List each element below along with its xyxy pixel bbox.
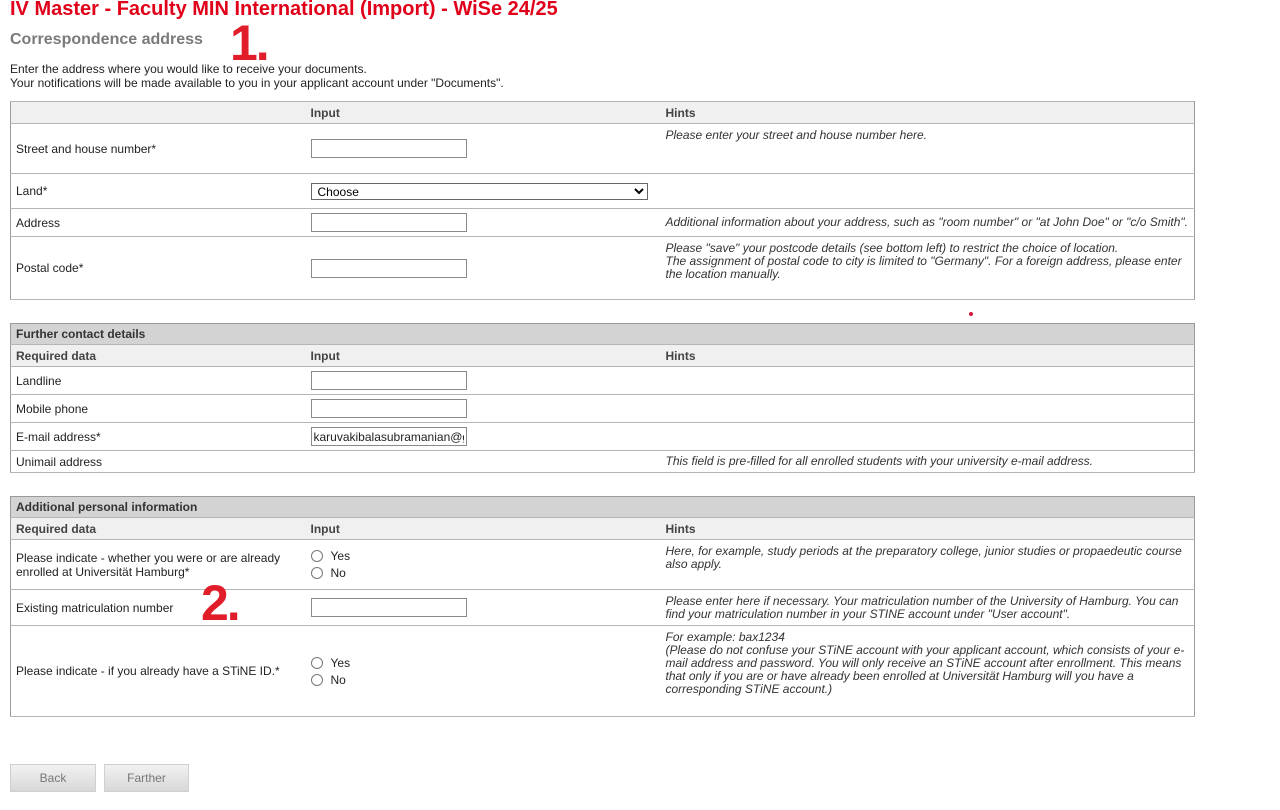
header-required [10, 101, 306, 124]
radio-label: Yes [330, 549, 351, 563]
page-title: IV Master - Faculty MIN International (I… [10, 0, 558, 20]
table-header-row: Required data Input Hints [10, 344, 1196, 367]
table-row: Street and house number* Please enter yo… [10, 123, 1195, 174]
table-row: Postal code* Please "save" your postcode… [10, 236, 1195, 300]
radio-button[interactable] [310, 550, 323, 562]
section-heading: Correspondence address [10, 31, 203, 48]
table-row: Land* Choose [10, 173, 1195, 209]
section-header-row: Additional personal information [9, 496, 1196, 518]
header-input: Input [305, 517, 661, 540]
landline-label: Landline [10, 366, 306, 395]
stine-hint-line-2: (Please do not confuse your STiNE accoun… [665, 643, 1185, 696]
header-input: Input [305, 344, 661, 367]
table-header-row: Required data Input Hints [10, 517, 1196, 540]
header-required: Required data [10, 344, 306, 367]
radio-button[interactable] [310, 567, 323, 579]
annotation-dot [969, 312, 973, 316]
stine-option-no[interactable]: No [310, 671, 656, 688]
postal-hint-line-2: The assignment of postal code to city is… [665, 254, 1182, 281]
contact-table: Further contact details Required data In… [9, 323, 1196, 473]
radio-label: No [330, 566, 346, 580]
enrolled-label: Please indicate - whether you were or ar… [10, 539, 306, 590]
radio-label: No [330, 672, 346, 687]
table-row: Address Additional information about you… [10, 208, 1195, 237]
mobile-label: Mobile phone [10, 394, 306, 423]
enrolled-label-line-1: Please indicate - whether you were or ar… [16, 550, 281, 565]
email-input[interactable] [310, 427, 467, 446]
table-header-row: Input Hints [10, 101, 1195, 124]
header-hints: Hints [660, 344, 1196, 367]
landline-input[interactable] [310, 371, 467, 390]
postal-hint: Please "save" your postcode details (see… [660, 236, 1195, 300]
enrolled-label-line-2: enrolled at Universität Hamburg* [16, 564, 190, 579]
section-header-row: Further contact details [9, 323, 1196, 345]
postal-label: Postal code* [10, 236, 306, 300]
address-label: Address [10, 208, 306, 237]
annotation-mark-2: 2. [201, 575, 241, 631]
radio-button[interactable] [310, 673, 323, 686]
radio-button[interactable] [310, 656, 323, 669]
stine-radio-group: Yes No [305, 625, 661, 717]
table-row: Existing matriculation number Please ent… [10, 589, 1196, 626]
personal-table: Additional personal information Required… [9, 496, 1196, 717]
land-hint [660, 173, 1195, 209]
header-input: Input [305, 101, 661, 124]
personal-section-title: Additional personal information [9, 496, 1196, 518]
intro-line-2: Your notifications will be made availabl… [10, 76, 504, 90]
enrolled-hint: Here, for example, study periods at the … [660, 539, 1196, 590]
header-hints: Hints [660, 517, 1196, 540]
street-hint: Please enter your street and house numbe… [660, 123, 1195, 174]
radio-label: Yes [330, 655, 351, 670]
contact-section-title: Further contact details [9, 323, 1196, 345]
land-select[interactable]: Choose [310, 182, 648, 200]
table-row: Please indicate - whether you were or ar… [10, 539, 1196, 590]
stine-option-yes[interactable]: Yes [310, 654, 656, 671]
address-input[interactable] [310, 213, 467, 232]
enrolled-option-no[interactable]: No [310, 565, 656, 582]
header-required: Required data [10, 517, 306, 540]
street-input[interactable] [310, 139, 467, 158]
unimail-hint: This field is pre-filled for all enrolle… [660, 450, 1196, 473]
next-button[interactable]: Farther [104, 764, 189, 792]
annotation-mark-1: 1. [230, 15, 270, 71]
table-row: Mobile phone [10, 394, 1196, 423]
unimail-label: Unimail address [10, 450, 306, 473]
enrolled-option-yes[interactable]: Yes [310, 548, 656, 565]
matriculation-hint: Please enter here if necessary. Your mat… [660, 589, 1196, 626]
header-hints: Hints [660, 101, 1195, 124]
address-table: Input Hints Street and house number* Ple… [10, 101, 1195, 300]
stine-label: Please indicate - if you already have a … [10, 625, 306, 717]
table-row: E-mail address* [10, 422, 1196, 451]
matriculation-input[interactable] [310, 598, 467, 617]
address-hint: Additional information about your addres… [660, 208, 1195, 237]
table-row: Unimail address This field is pre-filled… [10, 450, 1196, 473]
street-label: Street and house number* [10, 123, 306, 174]
enrolled-radio-group: Yes No [305, 539, 661, 590]
table-row: Please indicate - if you already have a … [10, 625, 1196, 717]
table-row: Landline [10, 366, 1196, 395]
land-label: Land* [10, 173, 306, 209]
email-label: E-mail address* [10, 422, 306, 451]
matriculation-label: Existing matriculation number [10, 589, 306, 626]
mobile-input[interactable] [310, 399, 467, 418]
postal-input[interactable] [310, 258, 467, 278]
back-button[interactable]: Back [10, 764, 96, 792]
stine-hint: For example: bax1234 (Please do not conf… [660, 625, 1196, 717]
